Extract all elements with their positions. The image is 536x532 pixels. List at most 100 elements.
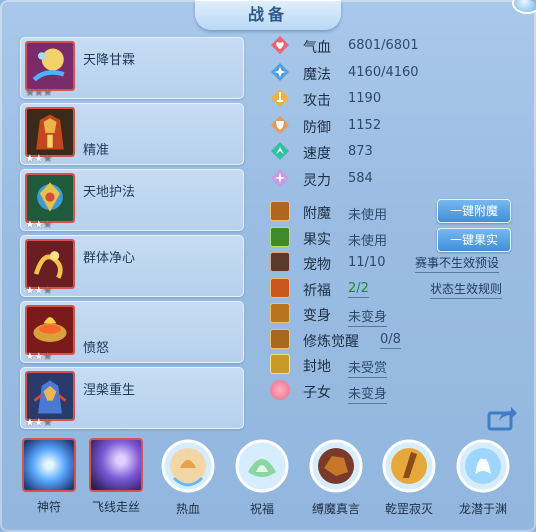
skill-name: 涅槃重生 <box>83 383 136 398</box>
skill-name: 天地护法 <box>83 185 136 200</box>
skill-item[interactable]: ★★★ 群体净心 <box>20 235 244 297</box>
auto-fruit-button[interactable]: 一键果实 <box>437 227 511 252</box>
skill-name: 精准 <box>83 143 110 158</box>
bottom-item-label: 龙潜于渊 <box>458 502 507 516</box>
status-label: 子女 <box>303 384 331 401</box>
attr-value: 1152 <box>348 117 382 133</box>
skill-name: 天降甘霖 <box>83 53 136 68</box>
attribute-list: 气血 6801/6801 魔法 4160/4160 攻击 1190 防御 115… <box>268 32 468 192</box>
qiangang-icon <box>381 438 437 494</box>
star-rating: ★★★ <box>25 152 53 165</box>
status-pet: 宠物 11/10 赛事不生效预设 <box>268 250 518 276</box>
hidden-dragon-icon <box>455 438 511 494</box>
skill-item[interactable]: ★★★ 精准 <box>20 103 244 165</box>
skill-item[interactable]: ★★★ 涅槃重生 <box>20 367 244 429</box>
bottom-item-bind-demon[interactable]: 缚魔真言 <box>304 432 368 517</box>
attr-value: 6801/6801 <box>348 38 419 53</box>
status-label: 宠物 <box>303 257 331 273</box>
rules-link[interactable]: 状态生效规则 <box>430 280 503 299</box>
corner-gem-icon <box>512 0 536 14</box>
status-enchant: 附魔 未使用 一键附魔 <box>268 199 518 225</box>
status-value: 2/2 <box>348 280 369 298</box>
mana-star-icon <box>271 62 289 81</box>
bottom-item-hidden-dragon[interactable]: 龙潜于渊 <box>451 432 515 517</box>
bottom-item-label: 神符 <box>36 500 61 514</box>
attr-value: 584 <box>348 170 373 186</box>
attr-attack: 攻击 1190 <box>268 85 468 112</box>
fruit-icon <box>270 226 290 247</box>
child-icon <box>270 379 290 400</box>
status-value[interactable]: 未受赏 <box>348 357 388 378</box>
preset-link[interactable]: 赛事不生效预设 <box>415 254 500 273</box>
bottom-item-blessing[interactable]: 祝福 <box>230 432 294 517</box>
dragon-cleanse-icon <box>25 239 75 289</box>
skill-list: ★★★ 天降甘霖 ★★★ 精准 ★★★ 天地护法 ★★★ 群体净心 ★★★ 愤怒… <box>20 37 244 433</box>
status-value: 11/10 <box>348 255 386 270</box>
star-rating: ★★★ <box>25 350 53 363</box>
speed-icon <box>271 142 289 161</box>
status-fief: 封地 未受赏 <box>268 352 518 378</box>
bottom-item-label: 热血 <box>175 502 200 516</box>
attr-label: 防御 <box>303 119 331 136</box>
spirit-icon <box>271 168 289 187</box>
skill-item[interactable]: ★★★ 天降甘霖 <box>20 37 244 99</box>
rebirth-icon <box>25 371 75 421</box>
cultivate-icon <box>270 328 290 349</box>
blessing-icon <box>234 438 290 494</box>
status-label: 果实 <box>303 231 331 248</box>
attr-label: 灵力 <box>303 172 331 189</box>
rain-spell-icon <box>25 41 75 91</box>
blessing-status-icon <box>270 277 290 298</box>
attr-defense: 防御 1152 <box>268 112 468 139</box>
pet-avatar-icon <box>270 252 290 272</box>
bottom-item-label: 缚魔真言 <box>311 502 360 516</box>
status-value[interactable]: 0/8 <box>380 332 401 349</box>
status-value[interactable]: 未变身 <box>348 383 388 404</box>
attr-spirit: 灵力 584 <box>268 165 468 192</box>
status-value[interactable]: 未变身 <box>348 306 388 327</box>
bottom-item-qiangang[interactable]: 乾罡寂灭 <box>377 432 441 517</box>
status-label: 祈福 <box>303 282 331 299</box>
status-transform: 变身 未变身 <box>268 301 518 327</box>
panel-title: 战备 <box>247 5 288 24</box>
fury-bowl-icon <box>25 305 75 355</box>
bottom-item-hot-blood[interactable]: 热血 <box>156 432 220 517</box>
bottom-item-flying-thread[interactable]: 飞线走丝 <box>84 432 148 515</box>
status-label: 附魔 <box>303 206 331 222</box>
bind-demon-icon <box>308 438 364 494</box>
bottom-item-label: 飞线走丝 <box>91 500 140 514</box>
guardian-icon <box>25 173 75 223</box>
auto-enchant-button[interactable]: 一键附魔 <box>437 199 511 223</box>
skill-name: 愤怒 <box>83 341 110 356</box>
skill-name: 群体净心 <box>83 251 136 266</box>
star-rating: ★★★ <box>25 218 53 231</box>
star-rating: ★★★ <box>25 86 53 99</box>
share-icon[interactable] <box>487 405 517 431</box>
enchant-icon <box>270 201 290 221</box>
attr-value: 873 <box>348 144 373 160</box>
transform-icon <box>270 303 290 323</box>
attr-label: 速度 <box>303 146 331 163</box>
bottom-item-divine-rune[interactable]: 神符 <box>17 432 81 515</box>
status-blessing: 祈福 2/2 状态生效规则 <box>268 276 518 302</box>
status-label: 修炼觉醒 <box>303 333 359 350</box>
attr-value: 4160/4160 <box>348 64 419 80</box>
attr-label: 魔法 <box>303 66 331 83</box>
skill-item[interactable]: ★★★ 愤怒 <box>20 301 244 363</box>
divine-rune-icon <box>22 438 76 492</box>
skill-item[interactable]: ★★★ 天地护法 <box>20 169 244 231</box>
shield-icon <box>271 115 289 134</box>
attr-label: 气血 <box>303 40 331 56</box>
attr-label: 攻击 <box>303 93 331 110</box>
bottom-item-label: 乾罡寂灭 <box>384 502 433 516</box>
status-label: 变身 <box>303 308 331 324</box>
precision-armor-icon <box>25 107 75 157</box>
status-value: 未使用 <box>348 233 388 249</box>
bottom-item-label: 祝福 <box>249 502 274 516</box>
heart-icon <box>271 36 289 54</box>
status-label: 封地 <box>303 359 331 375</box>
status-list: 附魔 未使用 一键附魔 果实 未使用 一键果实 宠物 11/10 赛事不生效预设… <box>268 199 518 404</box>
star-rating: ★★★ <box>25 416 53 429</box>
title-tab: 战备 <box>195 0 341 30</box>
status-fruit: 果实 未使用 一键果实 <box>268 225 518 252</box>
